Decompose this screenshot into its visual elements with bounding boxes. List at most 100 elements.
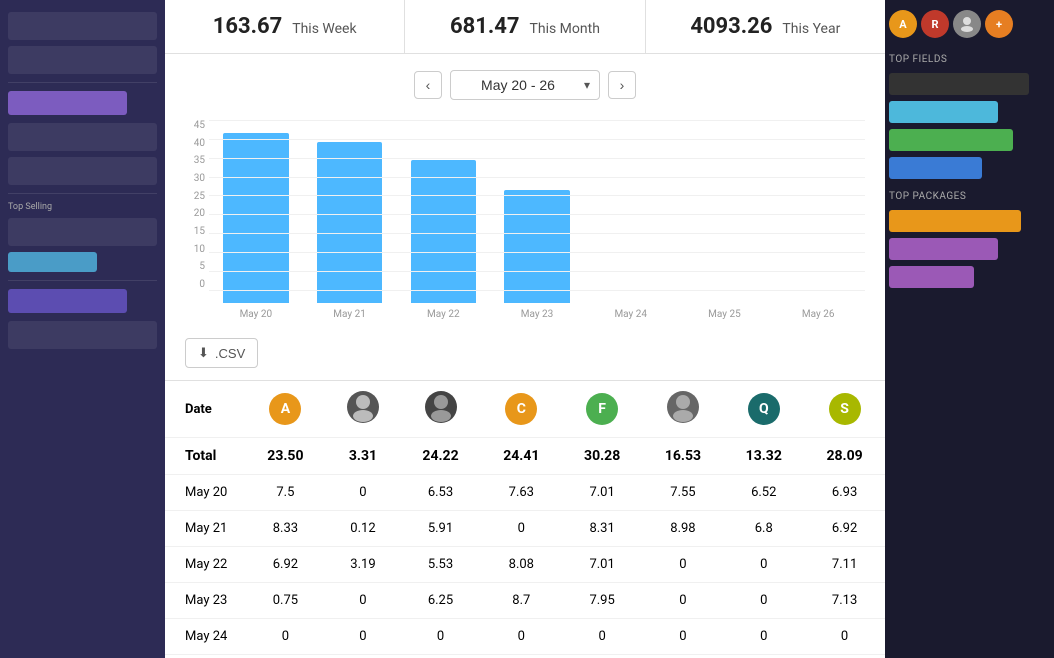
avatar-d [667, 391, 699, 423]
row-val: 0 [643, 547, 724, 583]
bar-may23-fill [504, 190, 570, 303]
next-date-btn[interactable]: › [608, 71, 636, 99]
row-val: 0 [723, 583, 804, 619]
row-val: 7.13 [804, 583, 885, 619]
row-date: May 22 [165, 547, 245, 583]
row-val: 0 [481, 511, 562, 547]
stat-year-value: 4093.26 [690, 14, 772, 39]
chart-area: 0 5 10 15 20 25 30 35 40 45 [165, 110, 885, 330]
date-navigator: ‹ May 20 - 26 May 13 - 19 May 27 - Jun 2… [165, 54, 885, 110]
sidebar-bar-2 [8, 252, 97, 272]
row-val: 6.92 [245, 547, 326, 583]
table-header-row: Date A [165, 381, 885, 438]
rp-avatar-1: A [889, 10, 917, 38]
bar-may21-fill [317, 142, 383, 303]
table-row: May 23 0.75 0 6.25 8.7 7.95 0 0 7.13 [165, 583, 885, 619]
row-val: 6.92 [804, 511, 885, 547]
sidebar-item-1[interactable] [8, 12, 157, 40]
stat-week-value: 163.67 [213, 14, 283, 39]
rp-top-fields-label: Top Fields [889, 54, 1044, 65]
total-b: 3.31 [326, 438, 400, 475]
y-label-5: 5 [175, 261, 205, 272]
bar-may26-label: May 26 [802, 309, 835, 320]
row-val: 0 [326, 619, 400, 655]
bar-may22: May 22 [396, 160, 490, 320]
rp-bar-2 [889, 101, 998, 123]
col-date-header: Date [165, 381, 245, 438]
stat-week-label: This Week [292, 21, 356, 37]
rp-bar-1 [889, 73, 1029, 95]
total-row: Total 23.50 3.31 24.22 24.41 30.28 16.53… [165, 438, 885, 475]
y-label-30: 30 [175, 173, 205, 184]
row-val: 6.52 [723, 475, 804, 511]
avatar-c2 [425, 391, 457, 423]
sidebar-item-3[interactable] [8, 123, 157, 151]
csv-btn-area: ⬇ .CSV [165, 330, 885, 381]
col-s-header: S [804, 381, 885, 438]
bar-may22-fill [411, 160, 477, 303]
row-val: 0 [481, 619, 562, 655]
sidebar-item-4[interactable] [8, 157, 157, 185]
avatar-f: F [586, 393, 618, 425]
rp-avatar-2: R [921, 10, 949, 38]
row-val: 0 [245, 619, 326, 655]
data-table-container: Date A [165, 381, 885, 655]
row-val: 7.11 [804, 547, 885, 583]
row-val: 7.01 [562, 475, 643, 511]
prev-date-btn[interactable]: ‹ [414, 71, 442, 99]
row-val: 6.8 [723, 511, 804, 547]
rp-bar-7 [889, 266, 974, 288]
sidebar-item-2[interactable] [8, 46, 157, 74]
row-val: 7.01 [562, 547, 643, 583]
bar-may20-fill [223, 133, 289, 303]
y-label-40: 40 [175, 138, 205, 149]
avatar-a: A [269, 393, 301, 425]
left-sidebar: Top Selling [0, 0, 165, 658]
row-date: May 20 [165, 475, 245, 511]
y-label-0: 0 [175, 279, 205, 290]
rp-bar-3 [889, 129, 1013, 151]
row-val: 0 [643, 583, 724, 619]
row-val: 0 [723, 547, 804, 583]
table-row: May 22 6.92 3.19 5.53 8.08 7.01 0 0 7.11 [165, 547, 885, 583]
total-s: 28.09 [804, 438, 885, 475]
row-date: May 21 [165, 511, 245, 547]
total-label: Total [165, 438, 245, 475]
total-d: 16.53 [643, 438, 724, 475]
sidebar-bar-3 [8, 289, 127, 313]
stat-month-label: This Month [530, 21, 600, 37]
y-label-20: 20 [175, 208, 205, 219]
row-val: 0.75 [245, 583, 326, 619]
stat-year: 4093.26 This Year [646, 0, 885, 53]
col-q-header: Q [723, 381, 804, 438]
sidebar-item-6[interactable] [8, 321, 157, 349]
bar-may26: May 26 [771, 303, 865, 320]
table-row: May 24 0 0 0 0 0 0 0 0 [165, 619, 885, 655]
row-val: 0 [562, 619, 643, 655]
bar-may23: May 23 [490, 190, 584, 320]
col-c2-header [400, 381, 481, 438]
csv-download-btn[interactable]: ⬇ .CSV [185, 338, 258, 368]
bar-may20: May 20 [209, 133, 303, 320]
row-val: 0 [723, 619, 804, 655]
row-val: 7.95 [562, 583, 643, 619]
row-val: 3.19 [326, 547, 400, 583]
row-val: 5.91 [400, 511, 481, 547]
date-select[interactable]: May 20 - 26 May 13 - 19 May 27 - Jun 2 [450, 70, 600, 100]
row-val: 6.53 [400, 475, 481, 511]
avatar-c: C [505, 393, 537, 425]
y-label-25: 25 [175, 191, 205, 202]
sidebar-item-5[interactable] [8, 218, 157, 246]
total-a: 23.50 [245, 438, 326, 475]
row-val: 7.55 [643, 475, 724, 511]
row-val: 0 [643, 619, 724, 655]
download-icon: ⬇ [198, 345, 209, 361]
col-d-header [643, 381, 724, 438]
row-val: 8.7 [481, 583, 562, 619]
col-a-header: A [245, 381, 326, 438]
sidebar-bar-1 [8, 91, 127, 115]
bar-may24: May 24 [584, 303, 678, 320]
col-b-header [326, 381, 400, 438]
stat-month-value: 681.47 [450, 14, 520, 39]
row-val: 8.31 [562, 511, 643, 547]
